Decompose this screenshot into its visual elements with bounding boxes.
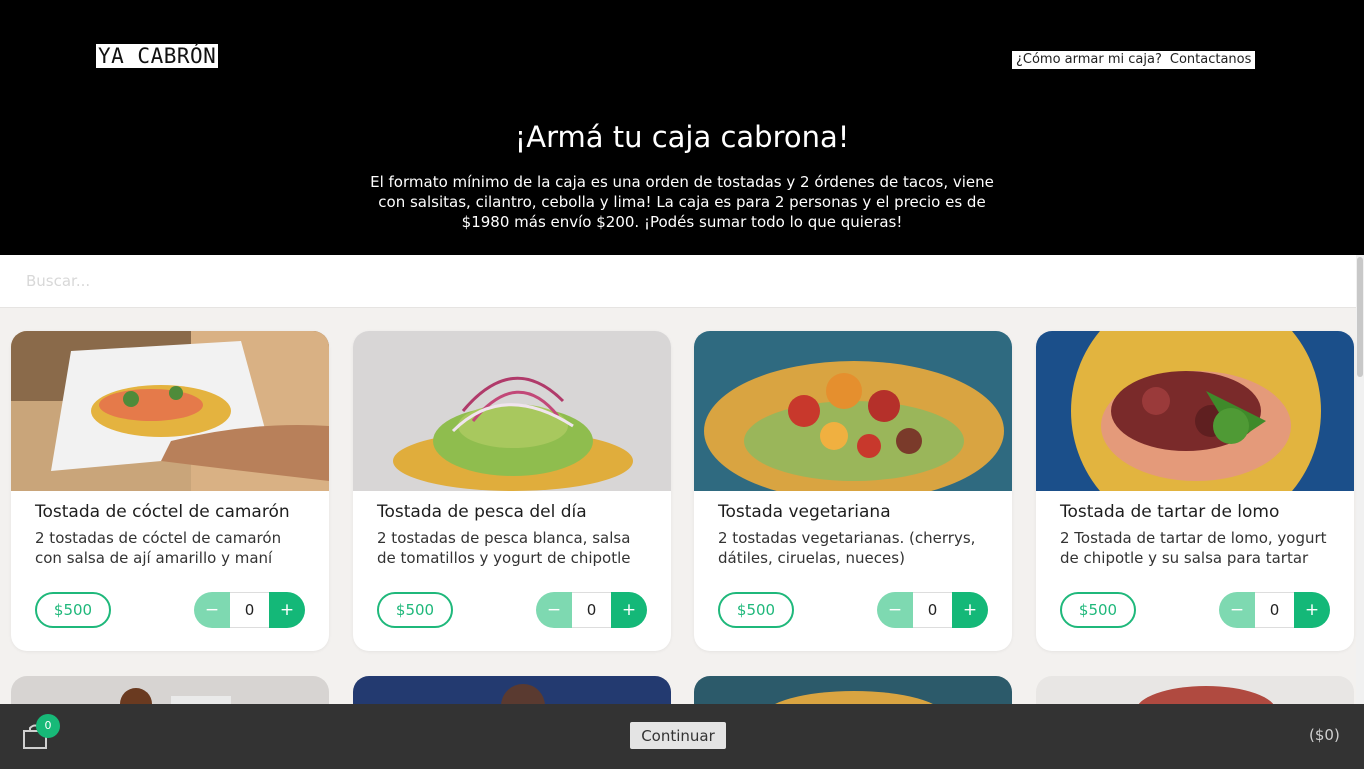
- product-image: [11, 331, 329, 491]
- increase-button[interactable]: +: [611, 592, 647, 628]
- page-title: ¡Armá tu caja cabrona!: [514, 120, 850, 154]
- increase-button[interactable]: +: [952, 592, 988, 628]
- increase-button[interactable]: +: [1294, 592, 1330, 628]
- search-input[interactable]: [0, 255, 1352, 307]
- product-title: Tostada de cóctel de camarón: [35, 502, 290, 522]
- quantity-stepper: − 0 +: [877, 592, 988, 628]
- cart-count-badge: 0: [36, 714, 60, 738]
- product-description: 2 tostadas de cóctel de camarón con sals…: [35, 529, 282, 567]
- decrease-button[interactable]: −: [877, 592, 913, 628]
- product-price: $500: [377, 592, 453, 628]
- decrease-button[interactable]: −: [536, 592, 572, 628]
- product-title: Tostada de tartar de lomo: [1060, 502, 1280, 522]
- product-price: $500: [35, 592, 111, 628]
- scrollbar-thumb[interactable]: [1357, 257, 1363, 377]
- brand-logo[interactable]: YA CABRÓN: [96, 44, 219, 68]
- decrease-button[interactable]: −: [1219, 592, 1255, 628]
- product-title: Tostada de pesca del día: [377, 502, 587, 522]
- product-description: 2 Tostada de tartar de lomo, yogurt de c…: [1060, 529, 1327, 567]
- top-nav: ¿Cómo armar mi caja? Contactanos: [1012, 51, 1256, 69]
- quantity-stepper: − 0 +: [194, 592, 305, 628]
- product-price: $500: [1060, 592, 1136, 628]
- product-description: 2 tostadas vegetarianas. (cherrys, dátil…: [718, 529, 976, 567]
- nav-how-to-link[interactable]: ¿Cómo armar mi caja?: [1016, 51, 1162, 69]
- quantity-value[interactable]: 0: [572, 592, 611, 628]
- quantity-stepper: − 0 +: [536, 592, 647, 628]
- nav-contact-link[interactable]: Contactanos: [1170, 51, 1252, 69]
- product-description: 2 tostadas de pesca blanca, salsa de tom…: [377, 529, 631, 567]
- decrease-button[interactable]: −: [194, 592, 230, 628]
- product-card: Tostada vegetariana 2 tostadas vegetaria…: [694, 331, 1012, 651]
- product-price: $500: [718, 592, 794, 628]
- quantity-stepper: − 0 +: [1219, 592, 1330, 628]
- continue-button[interactable]: Continuar: [630, 722, 726, 749]
- product-title: Tostada vegetariana: [718, 502, 891, 522]
- quantity-value[interactable]: 0: [1255, 592, 1294, 628]
- cart-total: ($0): [1309, 726, 1340, 744]
- hero-header: YA CABRÓN ¿Cómo armar mi caja? Contactan…: [0, 0, 1364, 255]
- product-image: [1036, 331, 1354, 491]
- increase-button[interactable]: +: [269, 592, 305, 628]
- quantity-value[interactable]: 0: [230, 592, 269, 628]
- quantity-value[interactable]: 0: [913, 592, 952, 628]
- hero-description: El formato mínimo de la caja es una orde…: [370, 173, 994, 231]
- product-card: Tostada de cóctel de camarón 2 tostadas …: [11, 331, 329, 651]
- product-image: [353, 331, 671, 491]
- search-bar: [0, 255, 1356, 308]
- scrollbar[interactable]: [1356, 255, 1364, 704]
- product-card: Tostada de tartar de lomo 2 Tostada de t…: [1036, 331, 1354, 651]
- product-image: [694, 331, 1012, 491]
- product-card: Tostada de pesca del día 2 tostadas de p…: [353, 331, 671, 651]
